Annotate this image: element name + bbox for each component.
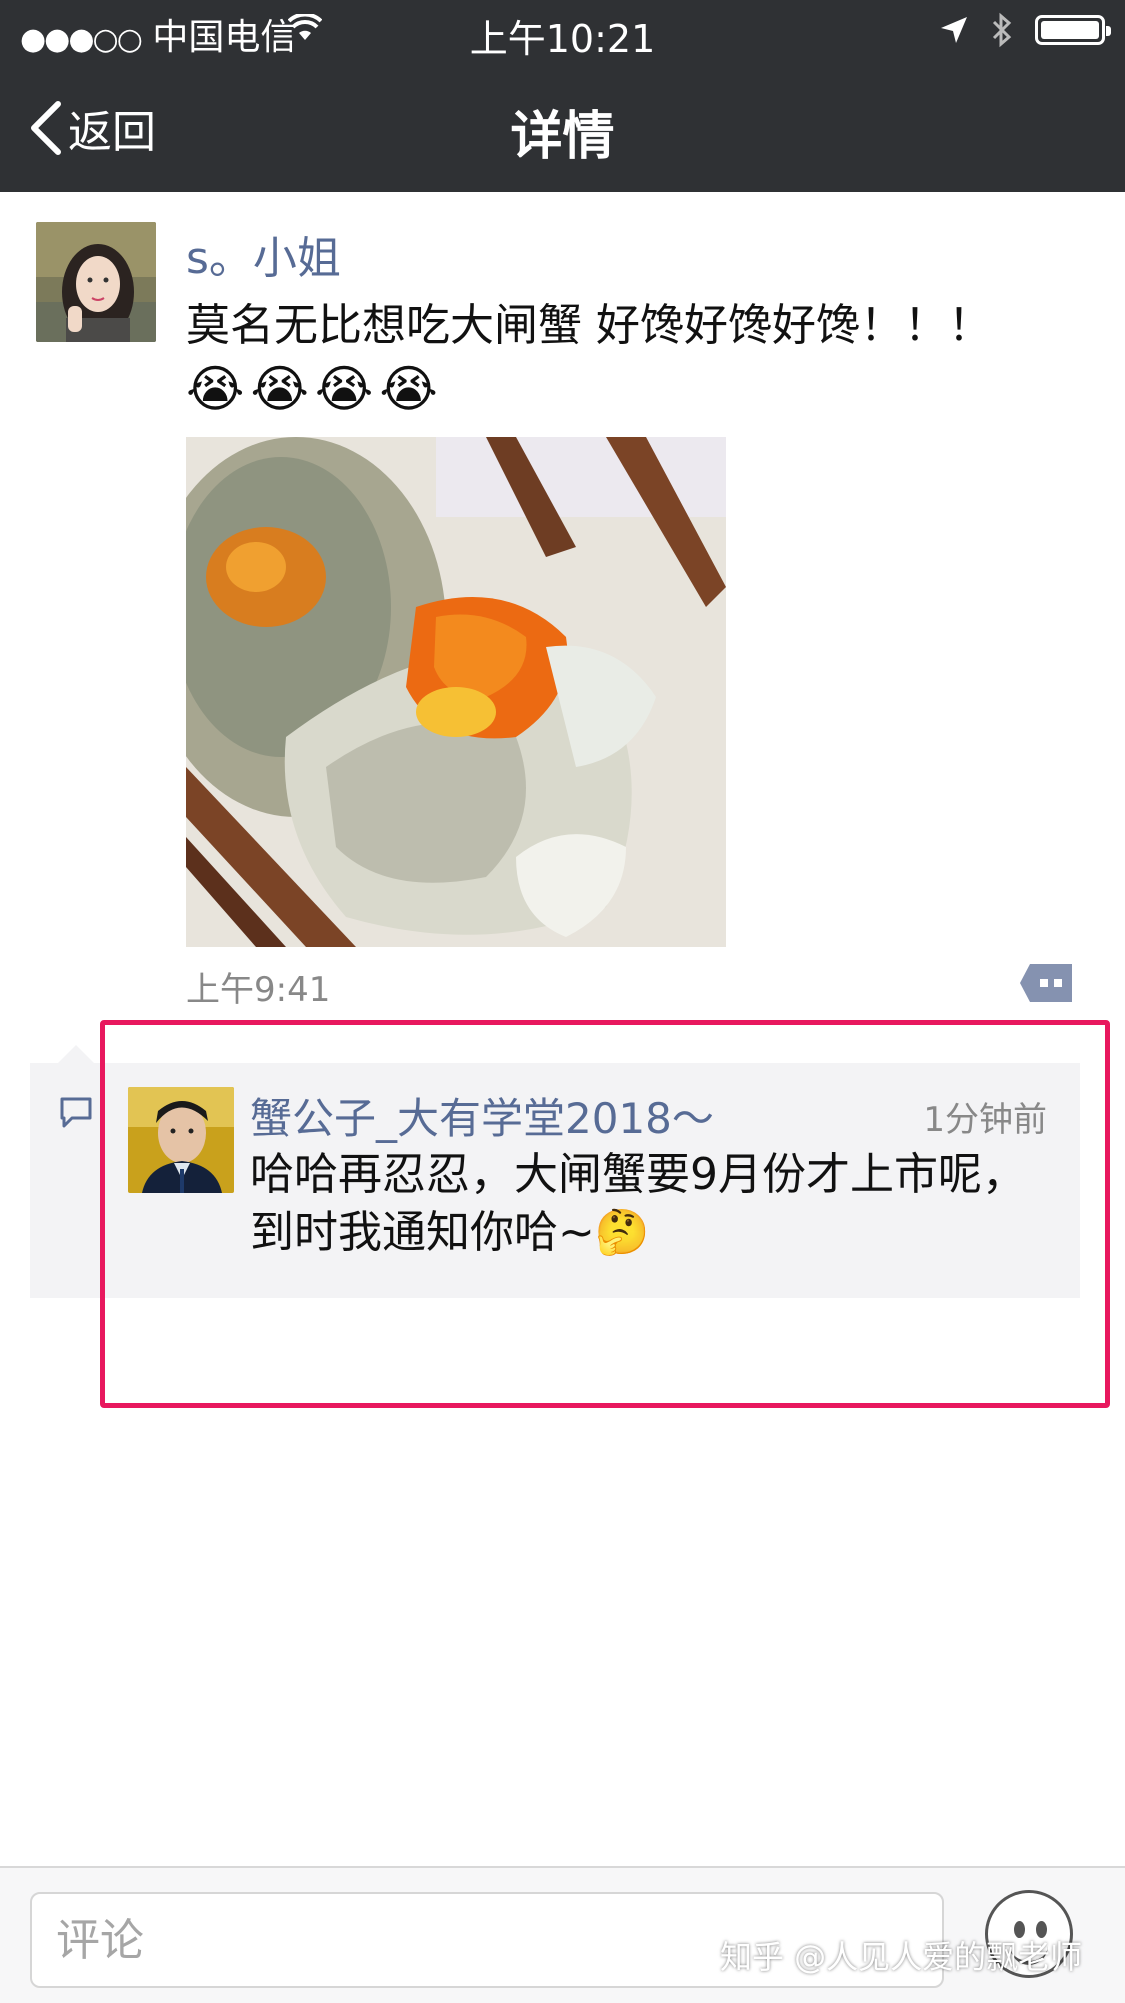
watermark-text: 知乎 @人见人爱的飘老师 xyxy=(720,1938,1083,1976)
comment-action-button[interactable] xyxy=(1018,962,1074,1004)
post-username[interactable]: s。小姐 xyxy=(186,222,341,286)
comment-bubble-icon xyxy=(60,1097,92,1128)
post-author-avatar[interactable] xyxy=(36,222,156,342)
crying-emoji-icon: 😭 xyxy=(250,360,309,418)
status-right xyxy=(939,12,1111,48)
location-arrow-icon xyxy=(941,17,967,43)
post-text: 莫名无比想吃大闸蟹 好馋好馋好馋！！！ xyxy=(186,300,992,351)
comment-box-caret xyxy=(58,1045,94,1063)
status-bar: ●●●○○ 中国电信 上午10:21 xyxy=(0,0,1125,64)
top-bar: ●●●○○ 中国电信 上午10:21 返回 详情 xyxy=(0,0,1125,192)
page-title: 详情 xyxy=(510,107,615,167)
post-photo[interactable] xyxy=(186,437,726,947)
post-time: 上午9:41 xyxy=(186,970,331,1010)
crying-emoji-icon: 😭 xyxy=(314,360,374,418)
highlight-annotation-box xyxy=(100,1020,1110,1408)
crying-emoji-icon: 😭 xyxy=(379,360,438,418)
battery-icon xyxy=(1035,15,1111,45)
crying-emoji-icon: 😭 xyxy=(186,360,245,418)
more-dots-icon xyxy=(1020,964,1072,1002)
post-emoji-row: 😭 😭 😭 😭 xyxy=(186,360,438,418)
bluetooth-icon xyxy=(992,12,1012,48)
